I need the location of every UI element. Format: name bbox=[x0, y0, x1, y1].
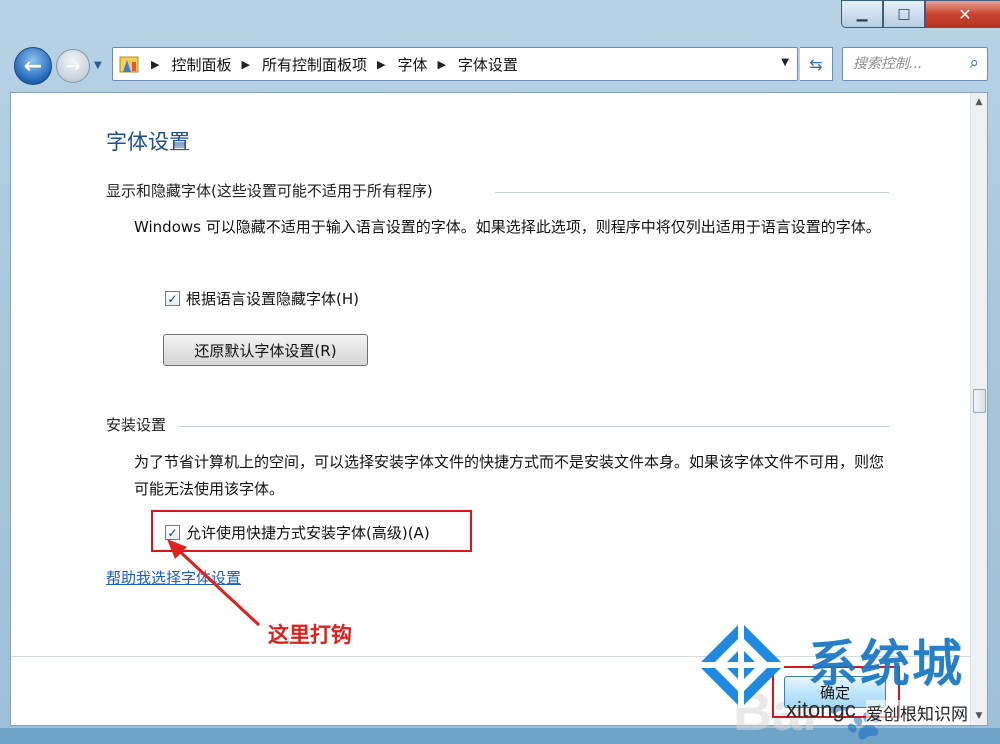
breadcrumb-fonts[interactable]: 字体 bbox=[397, 54, 427, 75]
restore-defaults-button[interactable]: 还原默认字体设置(R) bbox=[163, 334, 368, 366]
scroll-down-icon[interactable]: ▼ bbox=[971, 709, 987, 723]
annotation-arrow-icon bbox=[167, 539, 261, 627]
explorer-window: ▁ □ ✕ ← → ▼ ▶ 控制面板 ▶ 所有控制面板项 ▶ 字体 ▶ 字体设置… bbox=[0, 0, 1000, 742]
windows-logo-watermark-icon bbox=[698, 622, 784, 708]
search-box[interactable]: ⌕ bbox=[842, 47, 988, 81]
arrow-left-icon: ← bbox=[23, 53, 43, 79]
breadcrumb-control-panel[interactable]: 控制面板 bbox=[171, 54, 231, 75]
vertical-scrollbar[interactable]: ▲ ▼ bbox=[970, 93, 987, 725]
watermark-site: 爱创根知识网 bbox=[866, 700, 968, 725]
section-description: Windows 可以隐藏不适用于输入语言设置的字体。如果选择此选项，则程序中将仅… bbox=[134, 218, 881, 236]
hide-fonts-checkbox[interactable]: ✓ bbox=[165, 291, 180, 306]
checkmark-icon: ✓ bbox=[167, 291, 178, 306]
close-icon: ✕ bbox=[958, 4, 972, 24]
breadcrumb-separator-icon[interactable]: ▶ bbox=[241, 58, 249, 71]
search-icon[interactable]: ⌕ bbox=[969, 53, 979, 73]
minimize-button[interactable]: ▁ bbox=[841, 0, 883, 28]
restore-defaults-label: 还原默认字体设置(R) bbox=[194, 341, 337, 360]
recent-pages-dropdown[interactable]: ▼ bbox=[94, 60, 102, 71]
hide-fonts-option[interactable]: ✓ 根据语言设置隐藏字体(H) bbox=[165, 288, 359, 309]
page-title: 字体设置 bbox=[106, 130, 190, 154]
section-heading-show-hide: 显示和隐藏字体(这些设置可能不适用于所有程序) bbox=[106, 182, 433, 200]
forward-button[interactable]: → bbox=[56, 49, 90, 83]
refresh-icon: ⇆ bbox=[809, 54, 823, 74]
section-divider bbox=[495, 192, 889, 193]
breadcrumb-font-settings[interactable]: 字体设置 bbox=[458, 54, 518, 75]
maximize-icon: □ bbox=[897, 6, 911, 22]
minimize-icon: ▁ bbox=[856, 6, 868, 22]
breadcrumb-separator-icon[interactable]: ▶ bbox=[437, 58, 445, 71]
section-divider bbox=[179, 426, 889, 427]
address-bar[interactable]: ▶ 控制面板 ▶ 所有控制面板项 ▶ 字体 ▶ 字体设置 ▼ bbox=[112, 47, 798, 81]
refresh-button[interactable]: ⇆ bbox=[800, 47, 833, 81]
section-heading-install: 安装设置 bbox=[106, 416, 167, 434]
chevron-down-icon: ▼ bbox=[781, 57, 789, 68]
watermark-brand: 系统城 bbox=[808, 635, 964, 693]
scroll-up-icon[interactable]: ▲ bbox=[971, 95, 987, 109]
maximize-button[interactable]: □ bbox=[883, 0, 925, 28]
caption-buttons: ▁ □ ✕ bbox=[841, 0, 1000, 28]
annotation-text: 这里打钩 bbox=[268, 623, 352, 647]
breadcrumb-all-items[interactable]: 所有控制面板项 bbox=[262, 54, 367, 75]
section-description: 为了节省计算机上的空间，可以选择安装字体文件的快捷方式而不是安装文件本身。如果该… bbox=[134, 453, 885, 498]
watermark-url: xitongc bbox=[786, 697, 856, 722]
close-button[interactable]: ✕ bbox=[925, 0, 1000, 28]
search-input[interactable] bbox=[851, 55, 955, 73]
breadcrumb: ▶ 控制面板 ▶ 所有控制面板项 ▶ 字体 ▶ 字体设置 bbox=[141, 54, 518, 75]
control-panel-icon bbox=[119, 54, 141, 74]
breadcrumb-separator-icon: ▶ bbox=[151, 57, 160, 71]
hide-fonts-label[interactable]: 根据语言设置隐藏字体(H) bbox=[186, 288, 359, 309]
back-button[interactable]: ← bbox=[14, 47, 52, 85]
arrow-right-icon: → bbox=[65, 55, 81, 77]
address-history-dropdown[interactable]: ▼ bbox=[781, 57, 789, 68]
chevron-down-icon: ▼ bbox=[94, 60, 102, 71]
breadcrumb-separator-icon[interactable]: ▶ bbox=[377, 58, 385, 71]
scroll-thumb[interactable] bbox=[973, 389, 986, 413]
